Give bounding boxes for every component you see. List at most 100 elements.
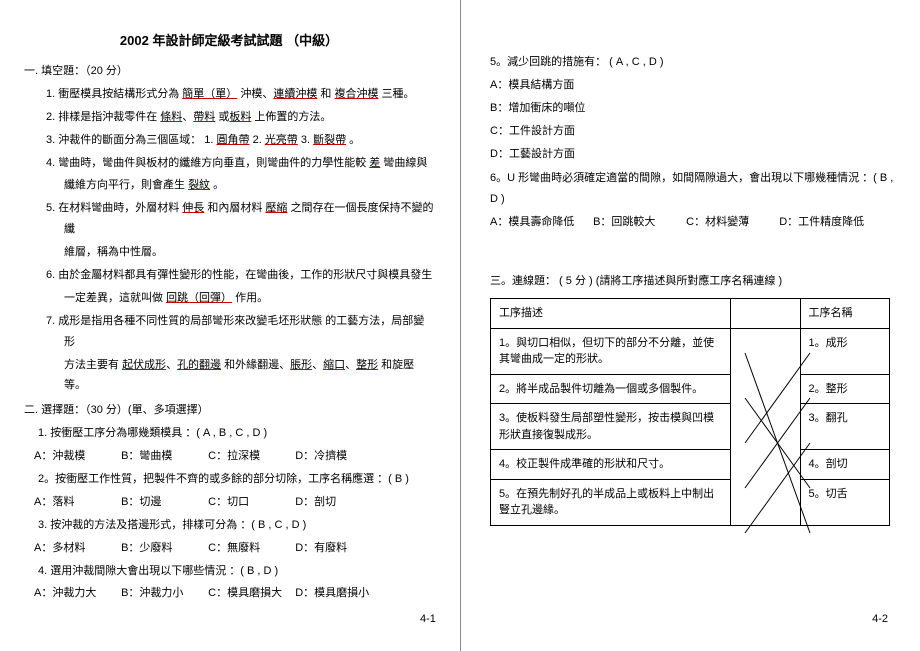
fill-1-text: 沖模、 [237, 88, 273, 100]
fill-2: 2. 排樣是指沖裁零件在 條料、帶料 或板料 上佈置的方法。 [24, 107, 434, 128]
fill-3-text: 。 [346, 134, 360, 146]
q2-5: 5。減少回跳的措施有： ( A , C , D ) [490, 52, 900, 73]
match-desc-4: 4。校正製件成準確的形狀和尺寸。 [491, 450, 731, 480]
fill-7-blank-5: 整形 [356, 359, 378, 371]
q2-1-opt-b: B：彎曲模 [121, 446, 205, 467]
match-name-4: 4。剖切 [800, 450, 889, 480]
q2-6-opt-c: C：材料變薄 [686, 212, 776, 233]
match-header-gap [730, 299, 800, 329]
fill-7: 7. 成形是指用各種不同性質的局部彎形來改變毛坯形狀態 的工藝方法，局部變形 [24, 311, 434, 353]
q2-6-opt-b: B：回跳較大 [593, 212, 683, 233]
q2-3-opt-b: B：少廢料 [121, 538, 205, 559]
match-gap [730, 328, 800, 525]
q2-4-options: A：沖裁力大 B：沖裁力小 C：模具磨損大 D：模具磨損小 [24, 583, 434, 604]
fill-1-blank-3: 複合沖模 [334, 88, 378, 100]
fill-5-blank-1: 伸長 [182, 202, 204, 214]
q2-6-options: A：模具壽命降低 B：回跳較大 C：材料變薄 D：工件精度降低 [490, 212, 900, 233]
q2-4-opt-c: C：模具磨損大 [208, 583, 292, 604]
fill-2-text: 或 [215, 111, 229, 123]
fill-6: 6. 由於金屬材料都具有彈性變形的性能，在彎曲後，工作的形狀尺寸與模具發生 [24, 265, 434, 286]
fill-7-text: 、 [312, 359, 323, 371]
fill-3-blank-1: 圓角帶 [217, 134, 250, 146]
fill-5-text: 5. 在材料彎曲時，外層材料 [46, 202, 182, 214]
match-desc-3: 3。使板料發生局部塑性變形，按击模與凹模形狀直接復製成形。 [491, 404, 731, 450]
matching-diagram: 工序描述 工序名稱 1。與切口相似，但切下的部分不分離，並使其彎曲成一定的形狀。… [490, 298, 900, 526]
q2-1: 1. 按衝壓工序分為哪幾類模具 ：( A , B , C , D ) [24, 423, 434, 444]
q2-1-opt-a: A：沖裁模 [34, 446, 118, 467]
page-number-left: 4-1 [420, 613, 436, 625]
fill-1-text: 1. 衝壓模具按結構形式分為 [46, 88, 182, 100]
fill-1: 1. 衝壓模具按結構形式分為 簡單（單） 沖模、連續沖模 和 複合沖模 三種。 [24, 84, 434, 105]
q2-4-opt-a: A：沖裁力大 [34, 583, 118, 604]
fill-4-blank-2: 裂紋 [188, 179, 210, 191]
fill-3-text: 3. 沖裁件的斷面分為三個區域： 1. [46, 134, 217, 146]
fill-4: 4. 彎曲時，彎曲件與板材的纖維方向垂直，則彎曲件的力學性能較 差 彎曲線與 [24, 153, 434, 174]
section-2-heading: 二. 選擇題：（30 分）(單、多項選擇） [24, 400, 434, 421]
page: 2002 年設計師定級考試試題 （中級） 一. 填空題：（20 分） 1. 衝壓… [0, 0, 920, 651]
fill-4-text: 彎曲線與 [380, 157, 427, 169]
fill-4-blank-1: 差 [369, 157, 380, 169]
q2-2-opt-c: C：切口 [208, 492, 292, 513]
fill-6-blank-1: 回跳（回彈） [166, 292, 232, 304]
fill-3-text: 2. [250, 134, 265, 146]
fill-2-blank-3: 板料 [229, 111, 251, 123]
fill-2-text: 、 [182, 111, 193, 123]
fill-7-text: 和外緣翻邊、 [221, 359, 290, 371]
match-name-2: 2。整形 [800, 374, 889, 404]
left-column: 2002 年設計師定級考試試題 （中級） 一. 填空題：（20 分） 1. 衝壓… [24, 30, 462, 627]
section-1-heading: 一. 填空題：（20 分） [24, 61, 434, 82]
q2-3-opt-a: A：多材料 [34, 538, 118, 559]
q2-1-opt-d: D：冷擠模 [295, 446, 379, 467]
fill-7-blank-2: 孔的翻邊 [177, 359, 221, 371]
fill-3-blank-2: 光亮帶 [265, 134, 298, 146]
fill-4-cont: 纖維方向平行，則會產生 裂紋 。 [24, 175, 434, 196]
match-desc-5: 5。在預先制好孔的半成品上或板料上中制出豎立孔邊緣。 [491, 479, 731, 525]
match-header-name: 工序名稱 [800, 299, 889, 329]
fill-6-text: 作用。 [232, 292, 268, 304]
fill-3-text: 3. [298, 134, 313, 146]
page-number-right: 4-2 [872, 613, 888, 625]
fill-7-cont: 方法主要有 起伏成形、孔的翻邊 和外緣翻邊、脹形、縮口、整形 和旋壓等。 [24, 355, 434, 397]
fill-1-blank-1: 簡單（單） [182, 88, 237, 100]
fill-1-text: 三種。 [378, 88, 414, 100]
q2-2-opt-d: D：剖切 [295, 492, 379, 513]
q2-5-opt-d: D：工藝設計方面 [490, 144, 900, 165]
match-table: 工序描述 工序名稱 1。與切口相似，但切下的部分不分離，並使其彎曲成一定的形狀。… [490, 298, 890, 526]
q2-2: 2。按衝壓工作性質，把製件不齊的或多餘的部分切除，工序名稱應選 ：( B ) [24, 469, 434, 490]
section-3-heading: 三。連線題： ( 5 分 ) (請將工序描述與所對應工序名稱連線 ) [490, 271, 900, 292]
q2-1-opt-c: C：拉深模 [208, 446, 292, 467]
q2-2-opt-a: A：落料 [34, 492, 118, 513]
q2-3-opt-c: C：無廢料 [208, 538, 292, 559]
fill-3-blank-3: 斷裂帶 [313, 134, 346, 146]
fill-5: 5. 在材料彎曲時，外層材料 伸長 和內層材料 壓縮 之間存在一個長度保持不變的… [24, 198, 434, 240]
fill-3: 3. 沖裁件的斷面分為三個區域： 1. 圓角帶 2. 光亮帶 3. 斷裂帶 。 [24, 130, 434, 151]
fill-2-blank-2: 帶料 [193, 111, 215, 123]
q2-3-opt-d: D：有廢料 [295, 538, 379, 559]
fill-1-blank-2: 連續沖模 [273, 88, 317, 100]
column-divider [460, 0, 461, 651]
fill-4-text: 。 [210, 179, 224, 191]
q2-2-opt-b: B：切邊 [121, 492, 205, 513]
fill-5-cont: 維層，稱為中性層。 [24, 242, 434, 263]
fill-1-text: 和 [317, 88, 334, 100]
fill-7-text: 、 [166, 359, 177, 371]
fill-5-text: 和內層材料 [204, 202, 265, 214]
q2-4-opt-b: B：沖裁力小 [121, 583, 205, 604]
match-name-1: 1。成形 [800, 328, 889, 374]
match-desc-2: 2。將半成品製件切離為一個或多個製件。 [491, 374, 731, 404]
fill-7-blank-1: 起伏成形 [122, 359, 166, 371]
fill-2-text: 2. 排樣是指沖裁零件在 [46, 111, 160, 123]
q2-1-options: A：沖裁模 B：彎曲模 C：拉深模 D：冷擠模 [24, 446, 434, 467]
fill-6-cont: 一定差異，這就叫做 回跳（回彈） 作用。 [24, 288, 434, 309]
q2-4-opt-d: D：模具磨損小 [295, 583, 379, 604]
document-title: 2002 年設計師定級考試試題 （中級） [24, 30, 434, 49]
match-desc-1: 1。與切口相似，但切下的部分不分離，並使其彎曲成一定的形狀。 [491, 328, 731, 374]
fill-2-blank-1: 條料 [160, 111, 182, 123]
fill-7-blank-4: 縮口 [323, 359, 345, 371]
fill-2-text: 上佈置的方法。 [251, 111, 331, 123]
match-name-5: 5。切舌 [800, 479, 889, 525]
fill-7-text: 、 [345, 359, 356, 371]
fill-4-text: 纖維方向平行，則會產生 [64, 179, 188, 191]
q2-6: 6。U 形彎曲時必須確定適當的間隙，如間隔隙過大，會出現以下哪幾種情況 ：( B… [490, 168, 900, 210]
match-header-desc: 工序描述 [491, 299, 731, 329]
